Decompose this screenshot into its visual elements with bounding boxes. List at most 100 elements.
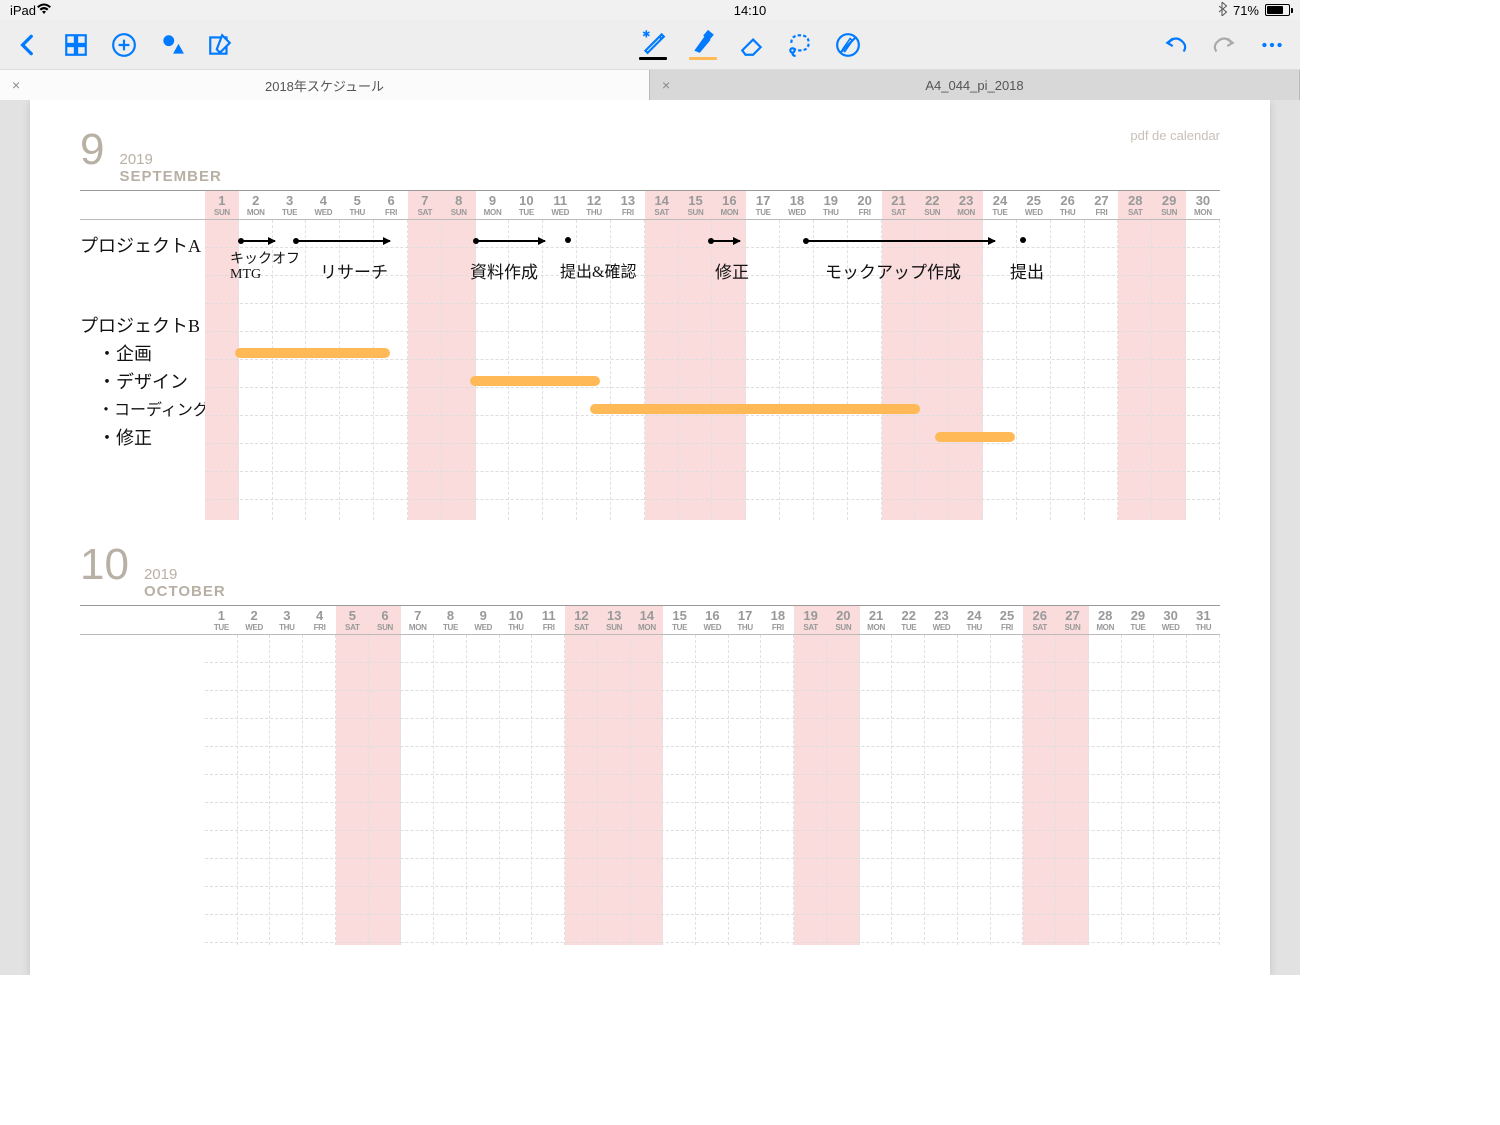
tab-a4[interactable]: × A4_044_pi_2018 [650,70,1300,100]
day-header: 15SUN [679,191,713,219]
day-header: 7SAT [408,191,442,219]
thumbnails-button[interactable] [63,32,89,58]
edit-button[interactable] [207,32,233,58]
bar-plan [235,348,390,358]
day-column [598,635,631,945]
canvas[interactable]: pdf de calendar 9 2019 SEPTEMBER 1SUN2MO… [0,100,1300,975]
project-b-label: プロジェクトB [80,312,200,338]
day-column [408,220,442,520]
day-header: 20SUN [827,606,860,634]
day-header: 21MON [860,606,893,634]
bar-coding [590,404,920,414]
more-button[interactable] [1259,32,1285,58]
close-icon[interactable]: × [12,77,20,93]
day-column [532,635,565,945]
day-header: 24THU [958,606,991,634]
pen-tool[interactable]: ✱ [639,29,667,60]
day-column [925,635,958,945]
day-column [369,635,402,945]
back-button[interactable] [15,32,41,58]
day-column [1056,635,1089,945]
research-text: リサーチ [320,258,388,283]
day-column [565,635,598,945]
bluetooth-icon [1218,2,1227,19]
day-header: 2MON [239,191,273,219]
day-header: 8SUN [442,191,476,219]
day-column [500,635,533,945]
day-column [827,635,860,945]
highlighter-tool[interactable] [689,29,717,60]
day-header: 17THU [729,606,762,634]
day-header: 11WED [543,191,577,219]
submit-text: 提出 [1010,258,1044,283]
design-label: ・デザイン [98,368,188,394]
arrow-mockup [805,240,995,242]
close-icon[interactable]: × [662,77,670,93]
month-october: 10 2019 OCTOBER 1TUE2WED3THU4FRI5SAT6SUN… [80,540,1220,945]
day-header: 18WED [780,191,814,219]
plan-label: ・企画 [98,340,152,366]
day-column [991,635,1024,945]
day-header: 9WED [467,606,500,634]
day-header: 15TUE [663,606,696,634]
project-a-label: プロジェクトA [80,232,201,258]
day-column [1187,635,1220,945]
dot-confirm [565,237,571,243]
day-header: 29SUN [1152,191,1186,219]
shapes-button[interactable] [159,32,185,58]
day-header: 23WED [925,606,958,634]
day-header: 28MON [1089,606,1122,634]
battery-percent: 71% [1233,3,1259,18]
month-year: 2019 [119,151,221,168]
day-header: 5SAT [336,606,369,634]
day-header: 22TUE [892,606,925,634]
day-header: 3THU [270,606,303,634]
day-header: 25FRI [991,606,1024,634]
redo-button [1211,32,1237,58]
eraser-tool[interactable] [739,32,765,58]
day-column [729,635,762,945]
day-column [1051,220,1085,520]
day-column [794,635,827,945]
device-label: iPad [10,3,36,18]
day-header: 29TUE [1122,606,1155,634]
day-header: 16WED [696,606,729,634]
arrow-kickoff [240,240,275,242]
dot-submit [1020,237,1026,243]
undo-button[interactable] [1163,32,1189,58]
day-column [238,635,271,945]
clock: 14:10 [734,3,767,18]
day-header: 26SAT [1023,606,1056,634]
svg-text:✱: ✱ [642,30,650,41]
day-column [205,635,238,945]
day-column [434,635,467,945]
app-toolbar: ✱ [0,20,1300,70]
day-header: 14SAT [645,191,679,219]
day-header: 21SAT [882,191,916,219]
document-page[interactable]: pdf de calendar 9 2019 SEPTEMBER 1SUN2MO… [30,100,1270,975]
day-header: 31THU [1187,606,1220,634]
wifi-icon [36,3,52,18]
month-september: 9 2019 SEPTEMBER 1SUN2MON3TUE4WED5THU6FR… [80,125,1220,520]
lasso-tool[interactable] [787,32,813,58]
arrow-fix [710,240,740,242]
bar-fix [935,432,1015,442]
day-header: 5THU [340,191,374,219]
day-column [696,635,729,945]
day-header: 27SUN [1056,606,1089,634]
day-column [303,635,336,945]
day-column [631,635,664,945]
tab-schedule[interactable]: × 2018年スケジュール [0,70,650,100]
day-column [1186,220,1220,520]
day-header: 10THU [500,606,533,634]
day-header: 24TUE [983,191,1017,219]
day-header: 27FRI [1085,191,1119,219]
add-button[interactable] [111,32,137,58]
readonly-tool[interactable] [835,32,861,58]
day-header: 20FRI [848,191,882,219]
fix-text: 修正 [715,258,749,283]
month-name: OCTOBER [144,583,226,600]
day-header: 14MON [631,606,664,634]
day-header: 19SAT [794,606,827,634]
day-column [892,635,925,945]
